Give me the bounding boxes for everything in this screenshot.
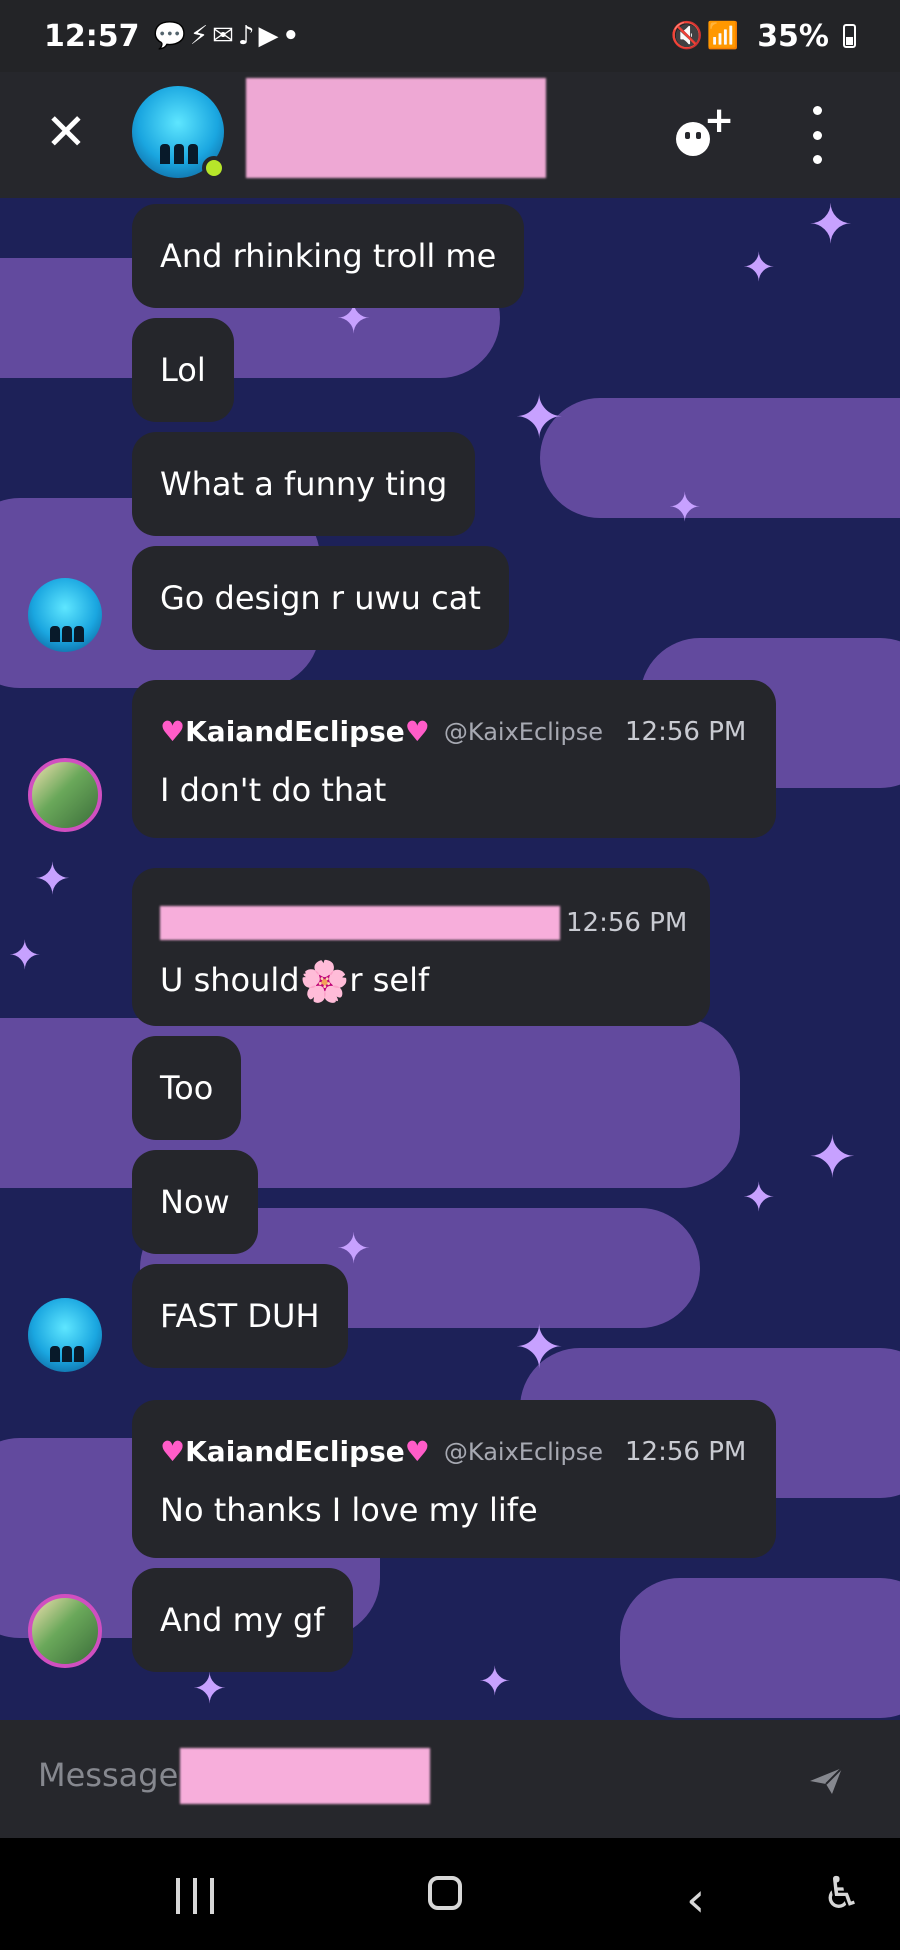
- user-handle: @KaixEclipse: [443, 718, 603, 746]
- message-text: FAST DUH: [160, 1297, 320, 1335]
- home-icon[interactable]: [428, 1876, 462, 1910]
- message-header: 12:56 PM: [160, 906, 687, 940]
- avatar[interactable]: [28, 1594, 102, 1668]
- message-text: Too: [160, 1069, 214, 1107]
- message-text: No thanks I love my life: [160, 1491, 538, 1529]
- message-input[interactable]: Message: [38, 1756, 178, 1794]
- system-icons: 🔇📶: [670, 21, 744, 51]
- message-bubble[interactable]: And rhinking troll me: [132, 204, 525, 308]
- message-text: I don't do that: [160, 771, 387, 809]
- chat-header: ✕ +: [0, 72, 900, 198]
- back-icon[interactable]: ‹: [686, 1876, 705, 1924]
- message-bubble[interactable]: Lol: [132, 318, 234, 422]
- message-bubble[interactable]: Go design r uwu cat: [132, 546, 509, 650]
- timestamp: 12:56 PM: [566, 908, 688, 938]
- message-bubble[interactable]: 12:56 PM U should🌸r self: [132, 868, 710, 1026]
- send-icon[interactable]: [808, 1766, 844, 1796]
- redacted-username: [160, 906, 560, 940]
- avatar[interactable]: [28, 578, 102, 652]
- message-text: And my gf: [160, 1601, 325, 1639]
- more-options-icon[interactable]: [802, 106, 832, 164]
- message-text: Now: [160, 1183, 230, 1221]
- heart-icon: ♥: [404, 1435, 430, 1468]
- recent-apps-icon[interactable]: [176, 1878, 214, 1914]
- username[interactable]: KaiandEclipse: [185, 1438, 405, 1466]
- message-bubble[interactable]: ♥ KaiandEclipse ♥ @KaixEclipse 12:56 PM …: [132, 1400, 776, 1558]
- message-text: And rhinking troll me: [160, 237, 497, 275]
- battery-icon: [843, 24, 856, 48]
- timestamp: 12:56 PM: [625, 1437, 747, 1467]
- flower-emoji-icon: 🌸: [299, 959, 350, 1005]
- timestamp: 12:56 PM: [625, 717, 747, 747]
- message-bubble[interactable]: Now: [132, 1150, 258, 1254]
- heart-icon: ♥: [160, 1435, 186, 1468]
- status-right: 🔇📶 35%: [670, 19, 856, 54]
- message-header: ♥ KaiandEclipse ♥ @KaixEclipse 12:56 PM: [160, 1438, 746, 1466]
- message-bubble[interactable]: FAST DUH: [132, 1264, 348, 1368]
- status-bar: 12:57 💬⚡✉♪▶• 🔇📶 35%: [0, 0, 900, 72]
- message-bubble[interactable]: What a funny ting: [132, 432, 476, 536]
- heart-icon: ♥: [160, 715, 186, 748]
- message-bubble[interactable]: ♥ KaiandEclipse ♥ @KaixEclipse 12:56 PM …: [132, 680, 776, 838]
- clock: 12:57: [44, 18, 140, 54]
- redacted-contact-name[interactable]: [246, 78, 546, 178]
- redacted-recipient-name: [180, 1748, 430, 1804]
- accessibility-icon[interactable]: ♿: [822, 1872, 861, 1916]
- battery-percent: 35%: [757, 18, 829, 54]
- avatar[interactable]: [28, 758, 102, 832]
- notification-icons: 💬⚡✉♪▶•: [153, 21, 304, 51]
- status-left: 12:57 💬⚡✉♪▶•: [44, 19, 303, 54]
- add-friend-button[interactable]: +: [672, 100, 734, 160]
- message-text: Lol: [160, 351, 206, 389]
- message-text: U should🌸r self: [160, 959, 430, 1005]
- avatar[interactable]: [28, 1298, 102, 1372]
- message-list[interactable]: ✦ ✦ ✦ ✦ ✦ ✦ ✦ ✦ ✦ ✦ ✦ ✦ ✦ And rhinking t…: [0, 198, 900, 1720]
- message-header: ♥ KaiandEclipse ♥ @KaixEclipse 12:56 PM: [160, 718, 746, 746]
- close-icon[interactable]: ✕: [42, 107, 90, 157]
- message-composer: Message: [0, 1720, 900, 1838]
- message-text: Go design r uwu cat: [160, 579, 481, 617]
- heart-icon: ♥: [404, 715, 430, 748]
- system-nav-bar: ‹ ♿: [0, 1838, 900, 1950]
- username[interactable]: KaiandEclipse: [185, 718, 405, 746]
- message-bubble[interactable]: And my gf: [132, 1568, 353, 1672]
- message-bubble[interactable]: Too: [132, 1036, 242, 1140]
- online-status-icon: [202, 156, 226, 180]
- plus-icon: +: [704, 100, 735, 141]
- user-handle: @KaixEclipse: [443, 1438, 603, 1466]
- message-text: What a funny ting: [160, 465, 448, 503]
